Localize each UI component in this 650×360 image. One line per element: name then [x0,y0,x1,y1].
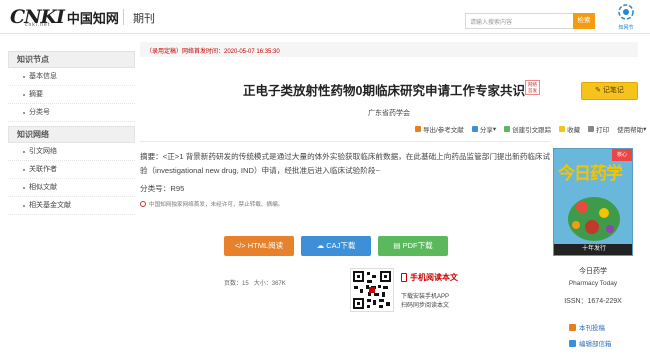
caj-download-button[interactable]: ☁ CAJ下载 [301,236,371,256]
header-divider [123,9,124,25]
share-button[interactable]: 分享 ▾ [471,124,496,134]
sidebar-item-funding-docs[interactable]: 相关基金文献 [8,197,135,215]
mail-icon [569,339,576,347]
pages-label: 页数： [224,281,243,287]
tracking-icon [504,126,511,132]
take-notes-button[interactable]: ✎ 记笔记 [581,82,638,100]
sidebar-item-similar-docs[interactable]: 相似文献 [8,179,135,197]
printer-icon [588,126,595,132]
mobile-read-text: 手机阅读本文 [410,273,458,282]
editorial-email-link[interactable]: 编辑部信箱 [569,338,612,348]
qr-code [350,268,394,312]
class-number: 分类号：R95 [140,183,184,194]
copyright-text: 中国知网独家网络首发，未经许可，禁止转载、摘编。 [149,202,284,208]
brand-sub: 知网节 [618,25,634,31]
journal-name-en: Pharmacy Today [568,280,618,287]
share-icon [471,126,478,132]
cover-foot: 十年发行 [554,244,632,255]
copyright-icon [140,201,146,207]
journal-cover[interactable]: 今日药学 核心 十年发行 [553,148,633,256]
publication-notice: （录用定稿）网络首发时间：2020-05-07 16:35:30 [140,42,638,57]
star-icon [559,126,566,132]
cover-title: 今日药学 [558,164,623,184]
phone-icon [401,273,407,282]
online-first-tag: 网络首发 [525,80,540,95]
mobile-read-title: 手机阅读本文 [401,272,458,283]
export-icon [415,126,421,132]
editorial-email-label: 编辑部信箱 [579,341,612,348]
submit-icon [569,323,576,331]
search-button[interactable]: 检索 [573,13,595,29]
article-author[interactable]: 广东省药学会 [140,108,638,118]
qr-code-image [353,271,391,309]
copyright-notice: 中国知网独家网络首发，未经许可，禁止转载、摘编。 [140,200,283,208]
cover-band: 核心 [612,149,632,161]
help-button[interactable]: 使用帮助 ▾ [617,124,646,134]
swirl-icon [618,4,634,20]
html-read-label: HTML阅读 [247,241,284,250]
mobile-line-2: 扫码同步阅读本文 [401,303,450,309]
submit-link-label: 本刊投稿 [579,325,605,332]
section-title: 期刊 [133,13,155,25]
class-value: R95 [170,184,185,193]
sidebar: 知识节点 基本信息 摘要 分类号 知识网络 引文网络 关联作者 相似文献 相关基… [8,51,135,215]
journal-issn: ISSN：1674-229X [564,298,622,305]
size-value: 367K [271,281,286,287]
abstract-label: 摘要： [140,152,163,161]
logo-cn: 中国知网 [66,11,119,27]
pages-value: 15 [242,281,249,287]
abstract: 摘要：<正>1 背景新药研发的传统模式是通过大量的体外实验获取临床前数据，在此基… [140,150,552,178]
pdf-download-button[interactable]: ▤ PDF下载 [378,236,448,256]
take-notes-label: 记笔记 [602,87,624,94]
sidebar-item-related-authors[interactable]: 关联作者 [8,161,135,179]
divider [140,141,550,142]
sidebar-item-abstract[interactable]: 摘要 [8,86,135,104]
file-meta: 页数：15 大小：367K [224,278,286,287]
abstract-text: <正>1 背景新药研发的传统模式是通过大量的体外实验获取临床前数据，在此基础上向… [140,152,551,175]
export-references-button[interactable]: 导出/参考文献 [415,124,464,134]
sidebar-group-knowledge-network: 知识网络 [8,126,135,143]
top-bar: CNKI 中国知网 cnki.net 期刊 请输入搜索内容 检索 知网节 [0,0,650,34]
sidebar-item-class-number[interactable]: 分类号 [8,104,135,122]
search-input[interactable]: 请输入搜索内容 [465,13,573,29]
html-read-button[interactable]: </> HTML阅读 [224,236,294,256]
sidebar-item-basic-info[interactable]: 基本信息 [8,68,135,86]
logo-sub: cnki.net [25,22,51,28]
class-label: 分类号： [140,184,171,193]
pdf-download-label: PDF下载 [402,241,433,250]
zhiwangjie-logo[interactable]: 知网节 [612,3,640,31]
size-label: 大小： [253,281,272,287]
cover-artwork [568,197,620,241]
article-toolbar: 导出/参考文献 分享 ▾ 创建引文跟踪 收藏 打印 使用帮助 ▾ [415,124,646,134]
caj-download-label: CAJ下载 [326,241,356,250]
sidebar-group-knowledge-nodes: 知识节点 [8,51,135,68]
sidebar-item-citation-network[interactable]: 引文网络 [8,143,135,161]
mobile-line-1: 下载安装手机APP [401,294,450,300]
create-citation-tracking-button[interactable]: 创建引文跟踪 [504,124,551,134]
article-title: 正电子类放射性药物0期临床研究申请工作专家共识 [243,84,525,98]
journal-name[interactable]: 今日药学 [553,266,633,276]
submit-link[interactable]: 本刊投稿 [569,322,605,332]
favorite-button[interactable]: 收藏 [559,124,580,134]
print-button[interactable]: 打印 [588,124,609,134]
